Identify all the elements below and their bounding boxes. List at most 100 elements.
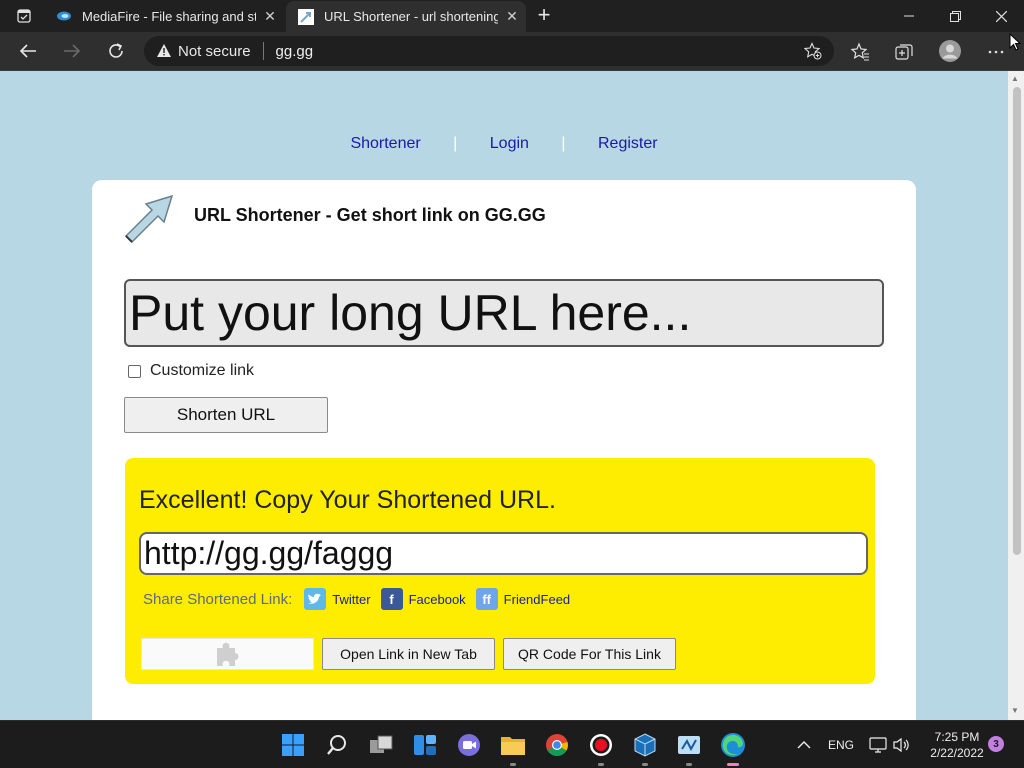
snipping-tool-button[interactable]	[675, 731, 703, 766]
share-label: Share Shortened Link:	[143, 590, 293, 608]
recorder-button[interactable]	[587, 731, 615, 766]
tab-actions-icon	[17, 9, 31, 23]
chrome-icon	[546, 734, 568, 756]
task-view-icon	[370, 735, 393, 753]
gg-favicon-icon	[298, 8, 314, 25]
refresh-button[interactable]	[102, 38, 130, 64]
share-row: Share Shortened Link: Twitter f Facebook…	[143, 588, 570, 610]
minimize-icon	[904, 15, 914, 17]
chrome-button[interactable]	[543, 731, 571, 759]
volume-icon[interactable]	[893, 721, 911, 768]
qr-code-button[interactable]: QR Code For This Link	[503, 638, 676, 670]
favorites-button[interactable]	[849, 41, 871, 63]
widgets-button[interactable]	[411, 731, 439, 759]
plugin-placeholder	[141, 638, 314, 670]
facebook-icon: f	[380, 588, 403, 610]
virtualbox-button[interactable]	[631, 731, 659, 766]
close-icon	[995, 10, 1007, 22]
minimize-button[interactable]	[886, 0, 932, 32]
file-explorer-button[interactable]	[499, 731, 527, 766]
vertical-scrollbar[interactable]: ▲ ▼	[1008, 71, 1024, 720]
teams-chat-button[interactable]	[455, 731, 483, 759]
edge-button[interactable]	[719, 731, 747, 766]
task-view-button[interactable]	[367, 731, 395, 759]
puzzle-piece-icon	[216, 642, 238, 666]
twitter-icon	[304, 588, 327, 610]
nav-register-link[interactable]: Register	[598, 135, 658, 152]
long-url-input[interactable]	[124, 279, 884, 347]
widgets-icon	[414, 735, 436, 755]
start-button[interactable]	[279, 731, 307, 759]
scrollbar-thumb[interactable]	[1013, 87, 1021, 555]
share-facebook-link[interactable]: f Facebook	[380, 588, 466, 610]
chat-icon	[458, 734, 480, 756]
nav-separator: |	[453, 135, 458, 152]
new-tab-button[interactable]: +	[532, 4, 556, 28]
scroll-up-icon[interactable]: ▲	[1011, 74, 1019, 83]
running-indicator	[642, 763, 648, 766]
address-url[interactable]: gg.gg	[276, 43, 314, 60]
customize-link-row[interactable]: Customize link	[128, 362, 254, 380]
tab-mediafire[interactable]: MediaFire - File sharing and storage mad…	[44, 0, 284, 32]
clock[interactable]: 7:25 PM 2/22/2022	[920, 729, 994, 761]
favorites-icon	[850, 42, 869, 61]
restore-button[interactable]	[932, 0, 978, 32]
taskbar-search-button[interactable]	[323, 731, 351, 759]
share-friendfeed-label: FriendFeed	[503, 591, 571, 607]
running-indicator	[598, 763, 604, 766]
mediafire-favicon-icon	[57, 11, 71, 21]
running-indicator	[510, 763, 516, 766]
refresh-icon	[109, 43, 123, 58]
nav-shortener-link[interactable]: Shortener	[350, 135, 420, 152]
share-facebook-label: Facebook	[408, 591, 466, 607]
share-friendfeed-link[interactable]: ff FriendFeed	[475, 588, 571, 610]
clock-date: 2/22/2022	[930, 746, 984, 760]
scroll-down-icon[interactable]: ▼	[1011, 706, 1019, 715]
profile-button[interactable]	[938, 39, 962, 63]
address-separator	[262, 42, 264, 60]
arrow-left-icon	[19, 44, 36, 58]
add-favorite-icon[interactable]	[804, 42, 822, 60]
chevron-up-icon	[797, 741, 811, 749]
tab-actions-button[interactable]	[8, 5, 40, 27]
collections-button[interactable]	[893, 41, 915, 63]
short-url-field[interactable]: http://gg.gg/faggg	[139, 532, 868, 575]
forward-button[interactable]	[58, 38, 86, 64]
address-bar[interactable]: Not secure gg.gg	[144, 36, 834, 66]
browser-toolbar: Not secure gg.gg	[0, 32, 1024, 71]
friendfeed-icon: ff	[475, 588, 498, 610]
warning-icon	[157, 44, 171, 57]
site-logo-arrow-icon	[124, 194, 174, 244]
customize-link-label: Customize link	[150, 362, 255, 379]
collections-icon	[895, 44, 913, 60]
close-tab-icon[interactable]: ✕	[256, 8, 284, 25]
nav-login-link[interactable]: Login	[490, 135, 529, 152]
open-link-new-tab-button[interactable]: Open Link in New Tab	[322, 638, 495, 670]
back-button[interactable]	[14, 38, 42, 64]
share-twitter-label: Twitter	[332, 591, 371, 607]
page-content: Shortener | Login | Register URL Shorten…	[0, 71, 1008, 720]
settings-menu-button[interactable]	[985, 41, 1007, 63]
running-indicator	[686, 763, 692, 766]
nav-separator: |	[561, 135, 566, 152]
record-icon	[590, 734, 612, 756]
share-twitter-link[interactable]: Twitter	[304, 588, 371, 610]
language-indicator[interactable]: ENG	[828, 721, 854, 768]
browser-titlebar: MediaFire - File sharing and storage mad…	[0, 0, 1024, 32]
top-navigation: Shortener | Login | Register	[0, 135, 1008, 153]
notification-badge[interactable]: 3	[988, 736, 1004, 752]
virtualbox-cube-icon	[634, 733, 656, 757]
snipping-tool-icon	[678, 736, 700, 754]
show-hidden-icons-button[interactable]	[797, 721, 811, 768]
network-icon[interactable]	[869, 721, 887, 768]
clock-time: 7:25 PM	[934, 730, 980, 744]
tab-title: MediaFire - File sharing and storage mad…	[82, 8, 256, 24]
restore-icon	[949, 10, 961, 22]
customize-link-checkbox[interactable]	[128, 364, 141, 378]
security-label[interactable]: Not secure	[178, 43, 251, 60]
tab-url-shortener[interactable]: URL Shortener - url shortening service ✕	[286, 1, 526, 32]
shorten-url-button[interactable]: Shorten URL	[124, 397, 328, 433]
close-window-button[interactable]	[978, 0, 1024, 32]
close-tab-icon[interactable]: ✕	[498, 8, 526, 25]
edge-icon	[721, 733, 745, 757]
